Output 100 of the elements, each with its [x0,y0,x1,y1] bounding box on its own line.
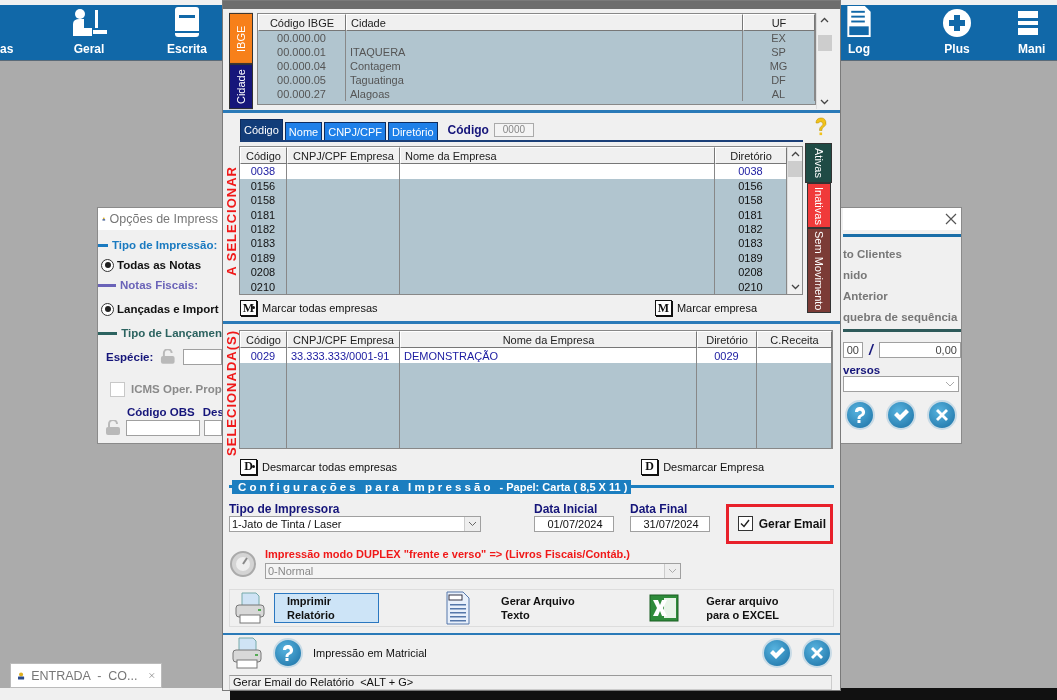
column-header[interactable]: Diretório [697,331,757,348]
column-header[interactable]: C.Receita [757,331,832,348]
date-field[interactable]: 01/07/2024 [534,515,614,532]
radio-button[interactable] [101,302,114,316]
status-tab[interactable]: Ativas [805,143,832,184]
unmark-button[interactable]: D Desmarcar todas empresas [240,458,398,475]
input-field[interactable] [182,349,222,365]
spreadsheet-icon [649,593,680,622]
table-row[interactable]: 0038 0038 [240,164,787,179]
toolbar-button[interactable]: Geral [40,5,138,60]
table-cell: 00.000.04 [258,59,346,74]
status-tab[interactable]: Inativas [807,183,831,229]
table-cell: AL [743,87,815,102]
section-label: SELECIONADA(S) [223,330,239,456]
email-checkbox[interactable]: Gerar Email [726,503,833,544]
help-icon [853,407,867,423]
table-cell: DF [743,73,815,88]
column-header[interactable]: Diretório [715,147,787,165]
table-cell: 0156 [240,178,287,193]
table-cell: 0029 [240,348,287,363]
option-label: to Clientes [843,246,903,262]
vertical-tab[interactable]: Cidade [229,64,253,110]
table-cell: SP [743,45,815,60]
column-header[interactable]: Código IBGE [258,14,346,32]
printer-select[interactable]: 1-Jato de Tinta / Laser [229,515,481,532]
toolbar-button[interactable]: Mani [1006,5,1057,60]
column-header[interactable]: Nome da Empresa [400,147,715,165]
table-cell: 0210 [240,279,287,294]
cancel-button[interactable] [927,400,957,430]
table-cell: 0029 [697,348,757,363]
toolbar-button[interactable]: as [0,5,40,60]
table-cell: Taguatinga [346,73,743,88]
help-button[interactable] [273,638,303,669]
section-heading: Tipo de Impressão: [98,236,222,254]
radio-button[interactable] [101,258,114,272]
checkmark-icon [740,519,751,529]
input-field[interactable] [126,420,200,436]
select-field[interactable] [843,376,959,392]
scroll-up-icon[interactable] [820,17,829,24]
column-header[interactable]: Cidade [346,14,743,32]
scroll-thumb[interactable] [788,161,802,178]
scroll-down-icon[interactable] [790,284,800,291]
column-header[interactable]: UF [743,14,815,32]
gauge-icon [229,549,257,578]
ok-button[interactable] [886,400,916,430]
scroll-up-icon[interactable] [790,151,800,158]
printer-icon [231,636,263,671]
scrollbar[interactable] [787,147,802,295]
search-tab[interactable]: Nome [284,122,323,141]
status-tab[interactable]: Sem Movimento [807,228,831,314]
table-cell: 0208 [240,264,287,280]
date-field[interactable]: 31/07/2024 [630,515,710,532]
text-file-icon [446,590,471,625]
input-field[interactable] [204,420,222,436]
search-tab[interactable]: CNPJ/CPF [324,122,386,141]
table-row[interactable]: 0029 33.333.333/0001-91 DEMONSTRAÇÃO 0029 [240,348,832,363]
field-label: versos [843,364,882,376]
export-button[interactable]: Gerar Arquivo Texto [488,592,599,623]
option-label: quebra de sequência [843,309,959,325]
scroll-thumb[interactable] [817,35,832,52]
export-button[interactable]: Gerar arquivo para o EXCEL [693,592,804,623]
search-tab[interactable]: Código [240,119,283,141]
column-header[interactable]: CNPJ/CPF Empresa [287,147,400,165]
column-header[interactable]: CNPJ/CPF Empresa [287,331,400,348]
search-tab[interactable]: Diretório [388,122,438,141]
table-cell: 33.333.333/0001-91 [287,348,400,363]
export-button[interactable]: Imprimir Relatório [274,592,379,623]
toolbar-button[interactable]: Plus [908,5,1006,60]
close-icon[interactable] [945,213,957,225]
unmark-button[interactable]: D Desmarcar Empresa [641,458,764,475]
field-label: Espécie: [106,351,154,363]
menu-icon [1018,8,1038,38]
mark-button[interactable]: M Marcar empresa [654,300,757,317]
column-header[interactable]: Código [240,147,287,165]
cancel-button[interactable] [802,638,832,669]
input-field[interactable]: 0,00 [878,342,961,358]
help-icon [281,645,295,662]
close-icon [935,408,949,422]
taskbar-tab[interactable]: ENTRADA - CO... [10,663,162,688]
radio-label: Lançadas e Import [117,303,219,315]
checkmark-icon [893,408,909,422]
ok-button[interactable] [762,638,792,669]
status-bar: Gerar Email do Relatório <ALT + G> [229,674,832,690]
checkbox-label: ICMS Oper. Prop. [131,383,225,395]
person-at-computer-icon [71,8,107,38]
matrix-print-label: Impressão em Matricial [313,647,427,660]
column-header[interactable]: Código [240,331,287,348]
mark-button[interactable]: M Marcar todas empresas [240,300,378,317]
input-field[interactable]: 00 [843,342,863,358]
field-label: Tipo de Impressora [229,501,341,516]
close-icon [810,646,824,661]
help-button[interactable] [845,400,875,430]
section-label: A SELECIONAR [223,165,239,276]
table-cell: ITAQUERA [346,45,743,60]
plus-icon [942,8,972,38]
column-header[interactable]: Nome da Empresa [400,331,697,348]
table-cell: 0183 [240,236,287,251]
table-cell: 0181 [240,207,287,222]
scroll-down-icon[interactable] [820,99,829,106]
table-cell: DEMONSTRAÇÃO [400,348,697,363]
